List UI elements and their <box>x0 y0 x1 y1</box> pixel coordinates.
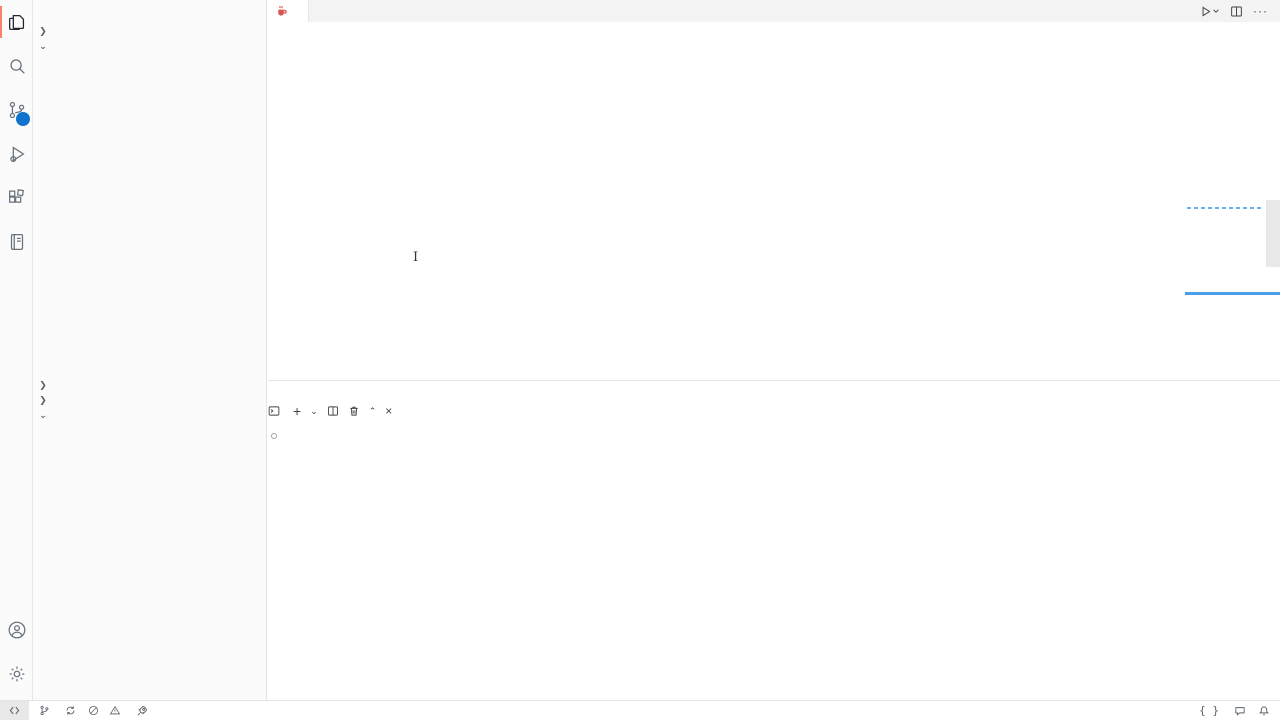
tab-strip: ··· <box>268 0 1280 22</box>
minimap[interactable] <box>1185 40 1280 380</box>
notifications-bell-icon[interactable] <box>1252 701 1280 720</box>
editor-more-actions-icon[interactable]: ··· <box>1253 4 1268 18</box>
maximize-panel-icon[interactable]: ⌃ <box>369 406 377 417</box>
java-rocket-icon[interactable] <box>130 701 154 720</box>
split-terminal-icon[interactable] <box>327 405 339 417</box>
open-editors-section[interactable]: ❯ <box>33 24 266 39</box>
encoding-setting[interactable] <box>1169 701 1181 720</box>
editor-area: ··· I + ⌄ <box>268 0 1280 700</box>
java-projects-section[interactable]: ⌄ <box>33 408 266 423</box>
minimap-current-line <box>1185 292 1280 295</box>
search-icon[interactable] <box>0 44 33 88</box>
timeline-section[interactable]: ❯ <box>33 393 266 408</box>
terminal-dropdown-icon[interactable]: ⌄ <box>310 406 318 417</box>
tab-binary-search-tree[interactable] <box>268 0 309 22</box>
sync-icon[interactable] <box>59 701 82 720</box>
kill-terminal-icon[interactable] <box>348 405 360 417</box>
eol-setting[interactable] <box>1181 701 1193 720</box>
shell-selector[interactable] <box>268 405 284 417</box>
minimap-highlight-row <box>1187 207 1263 209</box>
remote-indicator[interactable] <box>0 701 29 720</box>
vscode-window: ❯ ⌄ ❯ ❯ ⌄ <box>0 0 1280 720</box>
outline-section[interactable]: ❯ <box>33 378 266 393</box>
minimap-slider[interactable] <box>1266 200 1280 267</box>
new-terminal-icon[interactable]: + <box>293 403 301 419</box>
indentation-setting[interactable] <box>1157 701 1169 720</box>
git-branch-status[interactable] <box>33 701 59 720</box>
bottom-panel: + ⌄ ⌃ × <box>268 380 1280 700</box>
source-control-badge <box>16 112 30 126</box>
split-editor-icon[interactable] <box>1230 5 1243 18</box>
code-editor[interactable] <box>268 40 1185 380</box>
text-cursor-ibeam: I <box>413 250 418 265</box>
breadcrumb <box>268 22 1280 40</box>
notebook-icon[interactable] <box>0 220 33 264</box>
extensions-icon[interactable] <box>0 176 33 220</box>
close-panel-icon[interactable]: × <box>385 404 392 418</box>
account-icon[interactable] <box>0 608 33 652</box>
run-file-button[interactable] <box>1199 5 1220 18</box>
cursor-position[interactable] <box>1145 701 1157 720</box>
status-bar: { } <box>0 700 1280 720</box>
settings-gear-icon[interactable] <box>0 652 33 696</box>
feedback-icon[interactable] <box>1228 701 1252 720</box>
terminal-output[interactable] <box>268 419 1280 429</box>
panel-tabs <box>268 381 1280 403</box>
explorer-sidebar: ❯ ⌄ ❯ ❯ ⌄ <box>33 0 267 700</box>
project-root-folder[interactable]: ⌄ <box>33 39 266 54</box>
problems-status[interactable] <box>82 701 130 720</box>
source-control-icon[interactable] <box>0 88 33 132</box>
command-decoration-icon[interactable] <box>271 433 277 439</box>
language-mode[interactable]: { } <box>1193 701 1228 720</box>
explorer-icon[interactable] <box>0 0 33 44</box>
java-file-icon <box>276 5 287 17</box>
run-debug-icon[interactable] <box>0 132 33 176</box>
activity-bar <box>0 0 33 700</box>
